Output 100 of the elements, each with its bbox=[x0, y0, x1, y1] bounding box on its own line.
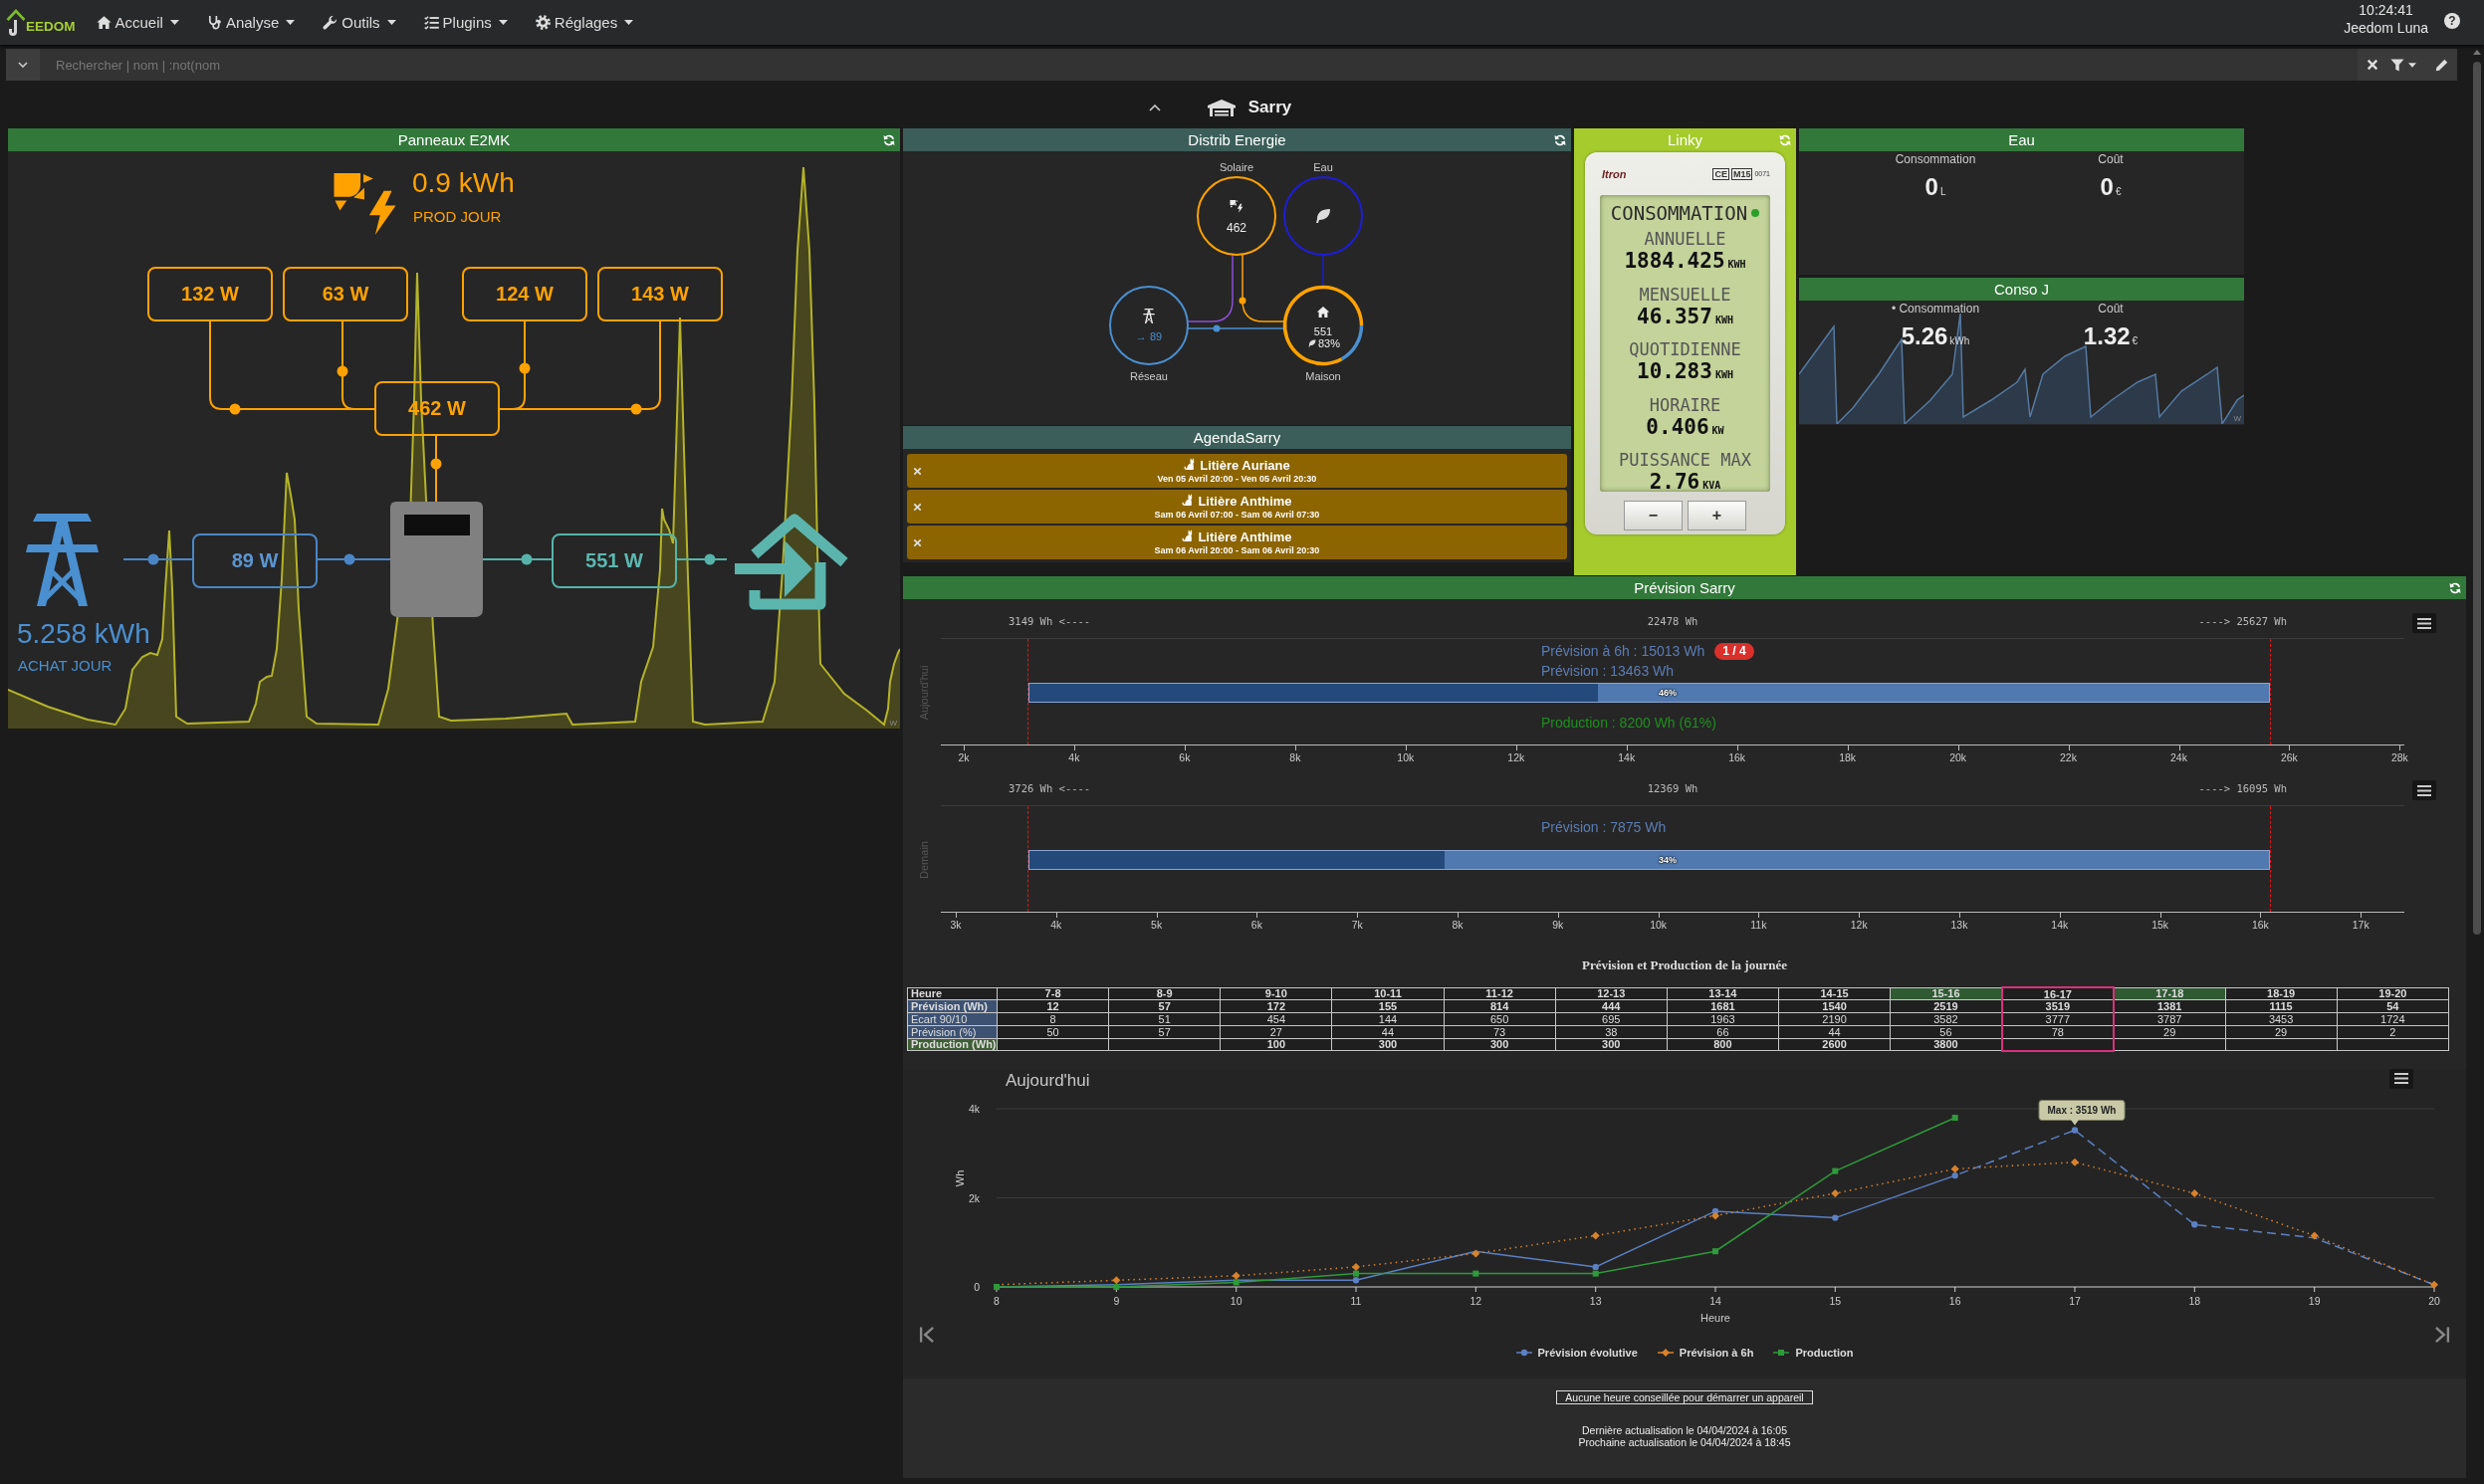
reading-label: PUISSANCE MAX bbox=[1618, 450, 1752, 470]
chart-menu-button[interactable] bbox=[2412, 613, 2436, 633]
certification-mark: CE bbox=[1712, 167, 1729, 180]
stat-value: 0 bbox=[1924, 174, 1938, 200]
chevron-up-icon[interactable] bbox=[1148, 104, 1161, 111]
refresh-icon[interactable] bbox=[883, 133, 895, 146]
refresh-icon[interactable] bbox=[1554, 133, 1566, 146]
legend-item[interactable]: Prévision évolutive bbox=[1515, 1343, 1638, 1362]
menu-button[interactable]: Outils bbox=[323, 14, 396, 31]
reading-unit: KVA bbox=[1702, 480, 1721, 491]
close-icon[interactable] bbox=[912, 466, 922, 476]
axis-tick-label: 16k bbox=[2251, 919, 2269, 931]
axis-tick-label: 24k bbox=[2170, 751, 2187, 763]
flow-dot bbox=[704, 553, 716, 565]
reading-label: HORAIRE bbox=[1649, 394, 1721, 415]
scrollbar-thumb[interactable] bbox=[2473, 62, 2481, 935]
axis-tick-label: 14k bbox=[2051, 919, 2069, 931]
table-cell: 2190 bbox=[1778, 1012, 1891, 1026]
power-reading: 143 W bbox=[597, 267, 723, 321]
pylon-icon bbox=[26, 514, 99, 606]
axis-tick-label: 22k bbox=[2060, 751, 2077, 763]
legend-item[interactable]: Production bbox=[1773, 1343, 1854, 1362]
table-cell: 1115 bbox=[2225, 999, 2338, 1013]
node-label: Solaire bbox=[1219, 161, 1254, 173]
pencil-icon[interactable] bbox=[2435, 58, 2448, 72]
caret-down-icon[interactable] bbox=[2408, 62, 2416, 68]
table-cell: 100 bbox=[1220, 1038, 1332, 1051]
menu-button[interactable]: Accueil bbox=[96, 14, 179, 31]
axis-tick-label: 3k bbox=[950, 919, 962, 931]
lcd-heading: CONSOMMATION bbox=[1610, 202, 1748, 224]
table-cell: 66 bbox=[1667, 1025, 1779, 1038]
table-cell: 3582 bbox=[1890, 1012, 2002, 1026]
reading-unit: KWH bbox=[1714, 314, 1733, 325]
data-point bbox=[1712, 1247, 1718, 1254]
table-cell: 57 bbox=[1108, 999, 1221, 1013]
table-cell: 444 bbox=[1555, 999, 1668, 1013]
menu-button[interactable]: Analyse bbox=[206, 14, 296, 31]
agenda-event[interactable]: Litière Anthime Sam 06 Avril 07:00 - Sam 06 Avril 07:30 bbox=[907, 490, 1567, 524]
close-icon[interactable] bbox=[2367, 59, 2378, 71]
skip-back-icon[interactable] bbox=[919, 1325, 936, 1344]
caret-down-icon bbox=[386, 20, 396, 25]
decrease-button[interactable]: − bbox=[1624, 501, 1683, 530]
table-cell: 51 bbox=[1108, 1012, 1221, 1026]
data-point bbox=[2071, 1158, 2079, 1166]
table-cell: 3519 bbox=[2001, 999, 2114, 1013]
stat-unit: € bbox=[2132, 335, 2139, 346]
square-marker-icon bbox=[1773, 1347, 1790, 1358]
logo-icon[interactable] bbox=[6, 7, 26, 38]
refresh-icon[interactable] bbox=[2449, 581, 2461, 594]
close-icon[interactable] bbox=[912, 502, 922, 512]
table-cell: 3453 bbox=[2225, 1012, 2338, 1026]
table-cell: 12 bbox=[997, 999, 1109, 1013]
agenda-event[interactable]: Litière Auriane Ven 05 Avril 20:00 - Ven 05 Avril 20:30 bbox=[907, 454, 1567, 488]
menu-button[interactable]: Réglages bbox=[535, 14, 634, 31]
chart-menu-button[interactable] bbox=[2389, 1068, 2413, 1089]
flow-dot bbox=[519, 362, 531, 374]
event-title: Litière Anthime bbox=[1198, 493, 1292, 509]
increase-button[interactable]: + bbox=[1688, 501, 1746, 530]
purchase-value: 5.258 kWh bbox=[17, 620, 150, 648]
connector-line bbox=[1242, 254, 1285, 322]
node-label: Eau bbox=[1313, 161, 1333, 173]
filter-icon[interactable] bbox=[2390, 58, 2404, 72]
table-cell: 1540 bbox=[1778, 999, 1891, 1013]
axis-title: Heure bbox=[1700, 1311, 1730, 1324]
node-label: Réseau bbox=[1130, 370, 1168, 382]
caret-down-icon bbox=[498, 20, 508, 25]
chart-menu-button[interactable] bbox=[2412, 780, 2436, 800]
event-title: Litière Auriane bbox=[1200, 457, 1290, 473]
data-point bbox=[1112, 1276, 1121, 1285]
table-cell: 2600 bbox=[1778, 1038, 1891, 1051]
data-point bbox=[2190, 1188, 2199, 1197]
agenda-event[interactable]: Litière Anthime Sam 06 Avril 20:00 - Sam 06 Avril 20:30 bbox=[907, 526, 1567, 559]
search-field[interactable]: Rechercher | nom | :not(nom bbox=[40, 49, 2358, 81]
legend-item[interactable]: Prévision à 6h bbox=[1657, 1343, 1754, 1362]
data-point bbox=[2071, 1127, 2079, 1134]
flow-dot bbox=[1239, 297, 1246, 305]
range-high-label: ----> 25627 Wh bbox=[2198, 614, 2287, 627]
column-header: 9-10 bbox=[1220, 987, 1332, 1000]
cat-icon bbox=[1184, 458, 1197, 470]
user-name[interactable]: Jeedom Luna bbox=[2344, 19, 2428, 37]
menu-button[interactable]: Plugins bbox=[423, 14, 508, 31]
skip-forward-icon[interactable] bbox=[2433, 1325, 2450, 1344]
close-icon[interactable] bbox=[912, 537, 922, 547]
panel-title: Eau bbox=[2008, 130, 2035, 150]
axis-tick-label: 28k bbox=[2390, 751, 2408, 763]
table-cell: 56 bbox=[1890, 1025, 2002, 1038]
search-toggle-button[interactable] bbox=[6, 49, 40, 81]
axis-tick-label: 2k bbox=[958, 751, 970, 763]
table-cell: 300 bbox=[1331, 1038, 1445, 1051]
axis-tick-label: 15 bbox=[1829, 1294, 1842, 1307]
range-mid-label: 12369 Wh bbox=[1647, 781, 1698, 794]
column-header: 11-12 bbox=[1444, 987, 1556, 1000]
table-cell: 172 bbox=[1220, 999, 1332, 1013]
home-icon bbox=[1316, 307, 1330, 318]
help-button[interactable]: ? bbox=[2444, 13, 2460, 29]
status-dot-icon bbox=[1751, 209, 1760, 217]
logo-text[interactable]: EEDOM bbox=[26, 19, 76, 34]
caret-down-icon bbox=[169, 20, 179, 25]
table-cell: 3787 bbox=[2113, 1012, 2226, 1026]
scroll-up-arrow-icon[interactable] bbox=[2473, 50, 2481, 55]
